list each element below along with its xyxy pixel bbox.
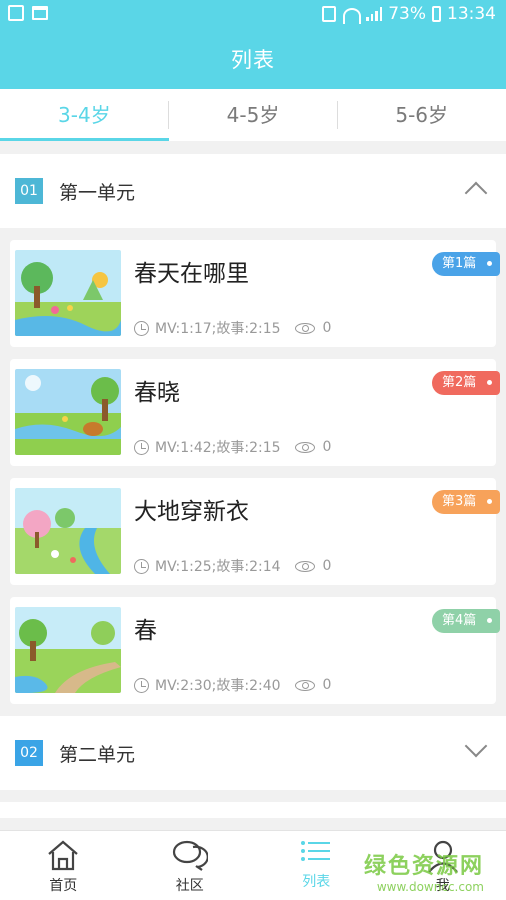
lesson-duration: MV:1:42;故事:2:15 [155, 440, 281, 456]
lesson-thumbnail [15, 369, 121, 455]
watermark: 绿色资源网 www.downcc.com [364, 848, 484, 894]
chevron-down-icon[interactable] [464, 734, 488, 758]
clock-icon [134, 677, 149, 693]
battery-percent: 73% [388, 4, 426, 24]
tab-3-4[interactable]: 3-4岁 [0, 89, 169, 141]
lesson-number-badge: 第3篇 [432, 490, 500, 514]
view-count: 0 [322, 677, 332, 693]
nav-list[interactable]: 列表 [253, 831, 380, 900]
watermark-title: 绿色资源网 [363, 854, 484, 879]
list-footer [0, 802, 506, 818]
eye-icon [294, 322, 315, 334]
lesson-card[interactable]: 春 MV:2:30;故事:2:40 0 第4篇 [10, 597, 500, 704]
tab-4-5[interactable]: 4-5岁 [169, 89, 338, 141]
lesson-card[interactable]: 春天在哪里 MV:1:17;故事:2:15 0 第1篇 [10, 240, 500, 347]
watermark-url: www.downcc.com [376, 880, 484, 894]
keyboard-icon [32, 6, 48, 20]
lesson-card[interactable]: 大地穿新衣 MV:1:25;故事:2:14 0 第3篇 [10, 478, 500, 585]
unit-number-badge: 02 [12, 740, 44, 774]
clock-icon [134, 320, 149, 336]
lesson-title: 大地穿新衣 [134, 499, 249, 525]
eye-icon [294, 560, 315, 572]
signal-icon [366, 7, 383, 21]
list-icon [301, 841, 331, 861]
age-tabs: 3-4岁 4-5岁 5-6岁 [0, 89, 506, 141]
lesson-duration: MV:2:30;故事:2:40 [155, 678, 281, 694]
chevron-up-icon[interactable] [464, 181, 488, 205]
lesson-number-badge: 第2篇 [432, 371, 500, 395]
eye-icon [294, 679, 315, 691]
clock-icon [134, 439, 149, 455]
lesson-thumbnail [15, 607, 121, 693]
nfc-icon [322, 6, 337, 22]
nav-community[interactable]: 社区 [127, 831, 254, 900]
lesson-card[interactable]: 春晓 MV:1:42;故事:2:15 0 第2篇 [10, 359, 500, 466]
lesson-title: 春晓 [134, 380, 180, 406]
view-count: 0 [322, 439, 332, 455]
eye-icon [294, 441, 315, 453]
unit-title: 第二单元 [59, 744, 136, 766]
lesson-thumbnail [15, 250, 121, 336]
home-icon [48, 840, 78, 871]
lesson-duration: MV:1:25;故事:2:14 [155, 559, 281, 575]
notification-icon [8, 5, 24, 21]
app-header: 73% 13:34 列表 [0, 0, 506, 89]
status-bar: 73% 13:34 [0, 0, 506, 30]
lesson-title: 春天在哪里 [134, 261, 249, 287]
tab-5-6[interactable]: 5-6岁 [337, 89, 506, 141]
tab-divider [337, 101, 338, 129]
lesson-title: 春 [134, 618, 157, 644]
battery-icon [432, 6, 441, 22]
clock-time: 13:34 [447, 4, 496, 24]
view-count: 0 [322, 558, 332, 574]
view-count: 0 [322, 320, 332, 336]
unit-title: 第一单元 [59, 182, 136, 204]
clock-icon [134, 558, 149, 574]
lesson-duration: MV:1:17;故事:2:15 [155, 321, 281, 337]
wifi-icon [342, 7, 362, 24]
lesson-thumbnail [15, 488, 121, 574]
unit-header-2[interactable]: 02 第二单元 [0, 716, 506, 790]
lesson-number-badge: 第1篇 [432, 252, 500, 276]
nav-home[interactable]: 首页 [0, 831, 127, 900]
nav-label: 社区 [175, 878, 204, 894]
unit-header-1[interactable]: 01 第一单元 [0, 154, 506, 228]
nav-label: 首页 [49, 878, 78, 894]
chat-icon [172, 840, 208, 871]
nav-label: 列表 [302, 874, 331, 890]
tab-divider [168, 101, 169, 129]
page-title: 列表 [231, 48, 275, 72]
lesson-number-badge: 第4篇 [432, 609, 500, 633]
unit-number-badge: 01 [12, 178, 44, 212]
